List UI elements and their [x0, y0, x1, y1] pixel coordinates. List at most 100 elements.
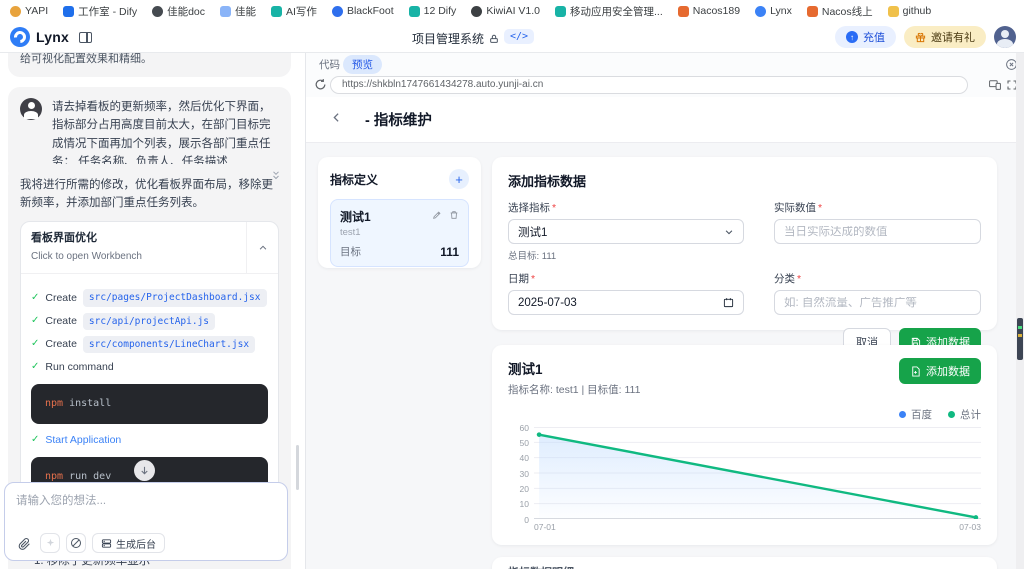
add-metric-button[interactable]: + — [449, 169, 469, 189]
bookmark-label: 工作室 - Dify — [78, 5, 138, 18]
command-args: install — [63, 397, 112, 409]
bookmark-label: 12 Dify — [423, 5, 457, 17]
favicon-icon — [331, 5, 343, 17]
bookmark-item[interactable]: 佳能 — [220, 4, 256, 19]
bookmark-item[interactable]: AI写作 — [271, 4, 317, 19]
chat-input-box[interactable]: 生成后台 — [4, 482, 288, 561]
lynx-logo-icon — [10, 27, 30, 47]
y-axis-tick: 10 — [519, 499, 529, 510]
step-label: Create — [45, 314, 77, 327]
metric-select[interactable]: 测试1 — [508, 219, 744, 244]
browser-url-row: https://shkbln1747661434278.auto.yunji-a… — [306, 75, 1024, 97]
legend-dot — [899, 411, 906, 418]
file-chip[interactable]: src/api/projectApi.js — [82, 312, 216, 330]
favicon-icon — [887, 5, 899, 17]
server-icon — [101, 538, 112, 548]
user-avatar[interactable] — [994, 26, 1016, 48]
bookmark-label: AI写作 — [286, 5, 317, 18]
bookmark-item[interactable]: Nacos线上 — [806, 4, 873, 19]
workbench-card-header[interactable]: 看板界面优化 Click to open Workbench — [21, 221, 278, 275]
bookmark-item[interactable]: Nacos189 — [677, 5, 740, 17]
start-application-link[interactable]: Start Application — [45, 432, 121, 449]
check-icon: ✓ — [31, 338, 40, 350]
chart-add-data-label: 添加数据 — [926, 366, 970, 378]
bookmark-item[interactable]: 移动应用安全管理... — [555, 4, 663, 19]
preview-scrollbar-thumb[interactable] — [1017, 318, 1023, 360]
generate-backend-button[interactable]: 生成后台 — [92, 533, 165, 553]
bookmark-item[interactable]: 佳能doc — [152, 4, 205, 19]
recharge-button[interactable]: ↑ 充值 — [835, 26, 896, 48]
favicon-icon — [271, 5, 283, 17]
favicon-icon — [677, 5, 689, 17]
devices-icon — [989, 80, 1001, 90]
metric-code: test1 — [340, 227, 361, 238]
gift-icon — [915, 32, 926, 42]
file-chip[interactable]: src/components/LineChart.jsx — [82, 335, 256, 353]
legend-item-total[interactable]: 总计 — [948, 407, 981, 422]
required-mark: * — [552, 202, 557, 214]
preview-tabstrip: 代码 预览 — [306, 53, 1024, 74]
chevron-left-icon — [333, 112, 339, 122]
bookmark-item[interactable]: 工作室 - Dify — [63, 4, 137, 19]
bookmark-item[interactable]: BlackFoot — [331, 5, 394, 17]
chart-plot-area — [534, 427, 981, 519]
chart-add-data-button[interactable]: 添加数据 — [899, 358, 981, 384]
y-axis-tick: 20 — [519, 483, 529, 494]
category-input[interactable] — [784, 296, 971, 309]
y-axis-tick: 0 — [524, 514, 529, 525]
y-axis-tick: 30 — [519, 468, 529, 479]
check-icon: ✓ — [31, 291, 40, 303]
bookmark-item[interactable]: Lynx — [755, 5, 792, 17]
invite-button[interactable]: 邀请有礼 — [904, 26, 986, 48]
attach-button[interactable] — [14, 533, 34, 553]
device-toggle-button[interactable] — [988, 78, 1002, 96]
preview-scrollbar-track[interactable] — [1016, 53, 1024, 569]
code-mode-chip[interactable]: </> — [504, 29, 535, 44]
refresh-button[interactable] — [314, 78, 327, 96]
legend-item-baidu[interactable]: 百度 — [899, 407, 932, 422]
bookmark-item[interactable]: YAPI — [10, 5, 48, 17]
bookmark-label: YAPI — [25, 5, 49, 17]
favicon-icon — [471, 5, 483, 17]
magic-wand-button[interactable] — [40, 533, 60, 553]
project-selector[interactable]: 项目管理系统 — [412, 30, 513, 47]
metric-list-item[interactable]: 测试1 test1 目标 111 — [330, 199, 469, 267]
x-tick-first: 07-01 — [534, 522, 556, 532]
brand[interactable]: Lynx — [10, 27, 92, 47]
bookmark-item[interactable]: KiwiAI V1.0 — [471, 5, 540, 17]
tab-code[interactable]: 代码 — [319, 57, 340, 72]
url-bar[interactable]: https://shkbln1747661434278.auto.yunji-a… — [330, 76, 968, 94]
edit-metric-button[interactable] — [432, 207, 442, 225]
y-axis-tick: 60 — [519, 422, 529, 433]
sidebar-toggle-icon[interactable] — [78, 31, 92, 43]
chat-scrollbar-thumb[interactable] — [296, 445, 299, 490]
delete-metric-button[interactable] — [449, 207, 459, 225]
favicon-icon — [755, 5, 767, 17]
command-args: run dev — [63, 470, 112, 482]
bookmarks-bar: YAPI 工作室 - Dify 佳能doc 佳能 AI写作 BlackFoot 12 Dif… — [0, 0, 1024, 22]
stop-button[interactable] — [66, 533, 86, 553]
generate-backend-label: 生成后台 — [116, 539, 156, 551]
form-title: 添加指标数据 — [508, 174, 587, 189]
actual-value-input[interactable] — [784, 225, 971, 238]
user-message-text: 请去掉看板的更新频率，然后优化下界面，指标部分占用高度目前太大，在部门目标完成情… — [52, 101, 271, 169]
bookmark-item[interactable]: github — [887, 5, 932, 17]
page-header: - 指标维护 — [306, 97, 1016, 143]
back-button[interactable] — [330, 111, 343, 129]
collapse-card-button[interactable] — [246, 221, 278, 274]
favicon-icon — [408, 5, 420, 17]
chat-input[interactable] — [16, 492, 276, 528]
chart-card-subtitle: 指标名称: test1 | 目标值: 111 — [508, 384, 641, 396]
step-row: ✓ Start Application — [31, 432, 268, 449]
bookmark-label: github — [902, 5, 932, 17]
collapse-chevrons-icon[interactable] — [271, 170, 281, 188]
select-metric-label: 选择指标 * — [508, 202, 557, 214]
bookmark-item[interactable]: 12 Dify — [408, 5, 457, 17]
scroll-to-bottom-button[interactable] — [134, 460, 155, 481]
file-chip[interactable]: src/pages/ProjectDashboard.jsx — [82, 289, 267, 307]
tab-preview[interactable]: 预览 — [343, 55, 382, 74]
refresh-icon — [315, 79, 326, 90]
legend-label: 百度 — [911, 409, 932, 421]
date-picker[interactable]: 2025-07-03 — [508, 290, 744, 315]
target-value: 111 — [440, 244, 459, 259]
